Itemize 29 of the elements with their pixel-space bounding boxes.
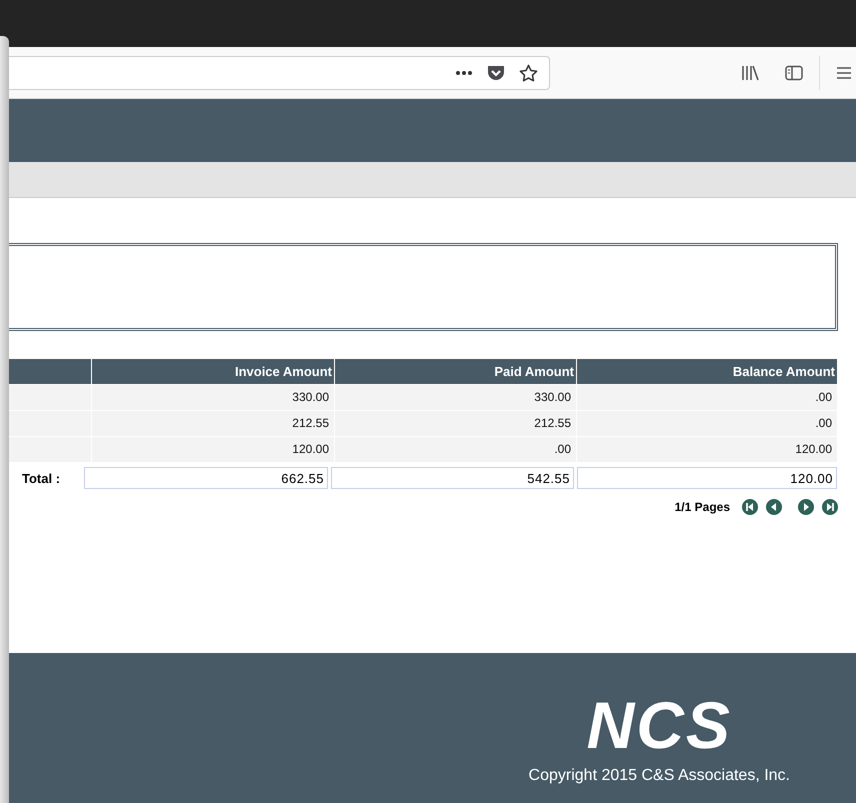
column-header: Invoice Amount bbox=[92, 359, 334, 384]
column-header: Paid Amount bbox=[335, 359, 576, 384]
column-header: Balance Amount bbox=[577, 359, 837, 384]
sidebar-icon[interactable] bbox=[785, 64, 803, 80]
total-label: Total : bbox=[21, 470, 62, 486]
first-page-icon[interactable] bbox=[742, 499, 758, 515]
table-cell: .00 bbox=[577, 385, 837, 410]
table-cell: 120.00 bbox=[92, 437, 334, 462]
more-icon[interactable] bbox=[455, 70, 473, 76]
table-cell: 212.55 bbox=[92, 411, 334, 436]
table-cell: 212.55 bbox=[335, 411, 576, 436]
total-field: 542.55 bbox=[331, 467, 574, 489]
table-cell: .00 bbox=[335, 437, 576, 462]
total-field: 662.55 bbox=[84, 467, 328, 489]
table-cell: 120.00 bbox=[577, 437, 837, 462]
previous-page-icon[interactable] bbox=[766, 499, 782, 515]
total-field: 120.00 bbox=[577, 467, 837, 489]
menu-icon[interactable] bbox=[836, 66, 852, 80]
table-cell: .00 bbox=[577, 411, 837, 436]
table-cell: 330.00 bbox=[335, 385, 576, 410]
star-icon[interactable] bbox=[519, 64, 538, 82]
table-cell: 330.00 bbox=[92, 385, 334, 410]
company-logo: NCS bbox=[586, 691, 732, 759]
copyright-text: Copyright 2015 C&S Associates, Inc. bbox=[528, 767, 790, 785]
next-page-icon[interactable] bbox=[798, 499, 814, 515]
library-icon[interactable] bbox=[741, 64, 759, 80]
last-page-icon[interactable] bbox=[822, 499, 838, 515]
page-count: 1/1 Pages bbox=[674, 500, 730, 514]
pocket-icon[interactable] bbox=[487, 64, 505, 81]
